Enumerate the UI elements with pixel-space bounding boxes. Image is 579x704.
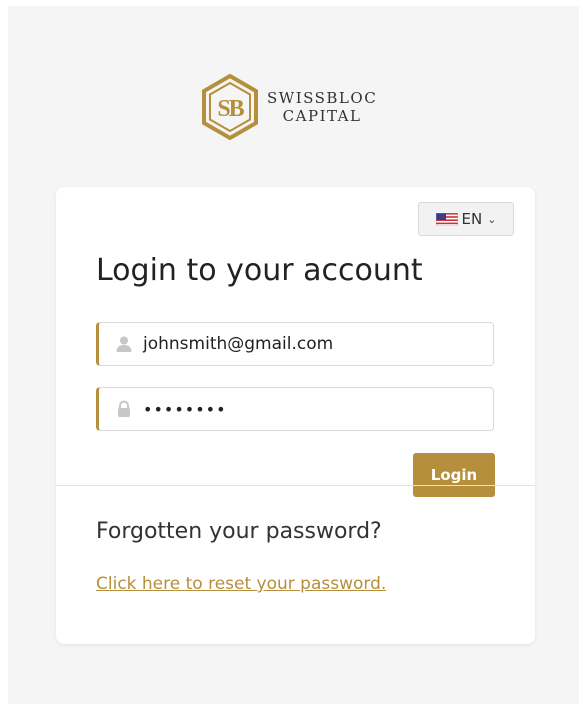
page-background: SB SWISSBLOC CAPITAL EN ⌄ Login to your … xyxy=(8,6,579,704)
email-field[interactable]: johnsmith@gmail.com xyxy=(96,322,494,366)
reset-password-link[interactable]: Click here to reset your password. xyxy=(96,574,386,594)
login-button[interactable]: Login xyxy=(413,453,495,497)
swissbloc-monogram-icon: SB xyxy=(202,74,258,140)
card-divider xyxy=(56,485,535,486)
language-selector[interactable]: EN ⌄ xyxy=(418,202,514,236)
chevron-down-icon: ⌄ xyxy=(487,212,497,226)
user-icon xyxy=(116,336,132,352)
password-value: •••••••• xyxy=(143,399,227,419)
us-flag-icon xyxy=(435,212,458,226)
password-field[interactable]: •••••••• xyxy=(96,387,494,431)
forgot-password-heading: Forgotten your password? xyxy=(96,519,382,544)
brand-logo: SB SWISSBLOC CAPITAL xyxy=(201,74,377,140)
brand-line-2: CAPITAL xyxy=(282,107,362,125)
svg-text:SB: SB xyxy=(217,96,244,122)
language-code: EN xyxy=(461,210,483,228)
login-card: EN ⌄ Login to your account johnsmith@gma… xyxy=(56,187,535,644)
lock-icon xyxy=(118,400,130,417)
email-value: johnsmith@gmail.com xyxy=(143,334,334,354)
brand-name: SWISSBLOC CAPITAL xyxy=(267,89,377,125)
page-title: Login to your account xyxy=(96,253,423,288)
brand-line-1: SWISSBLOC xyxy=(267,89,378,107)
